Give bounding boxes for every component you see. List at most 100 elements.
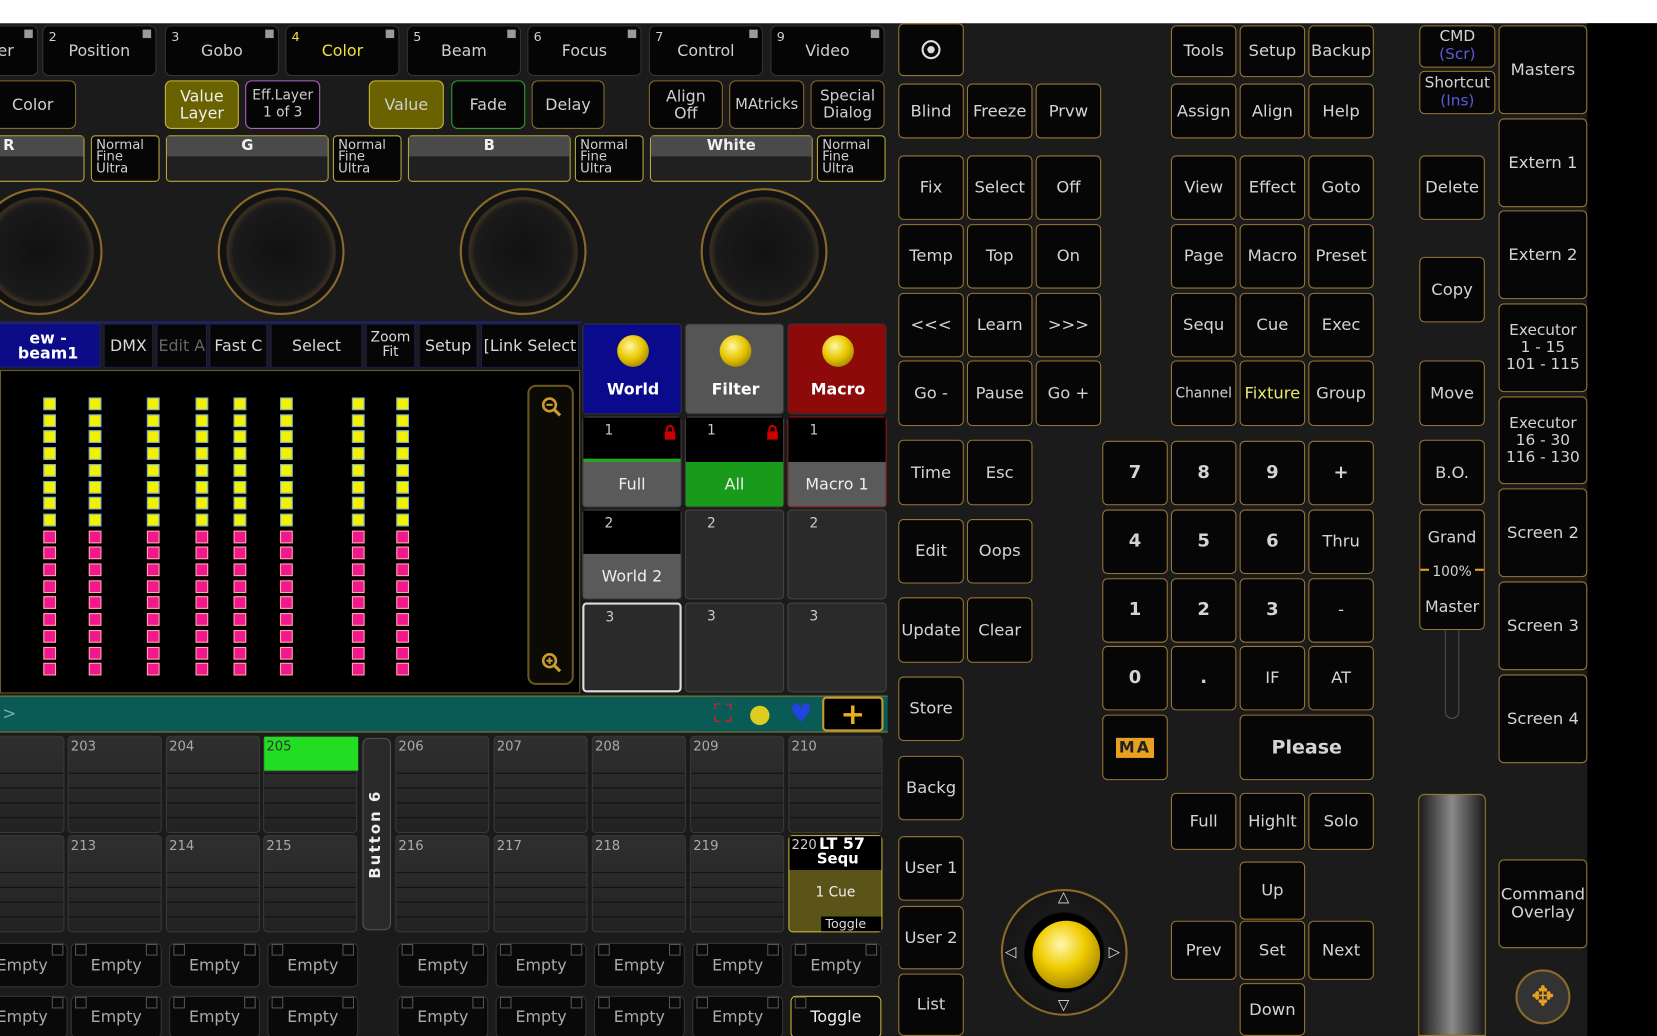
view-key-executor-16-30-116-130[interactable]: Executor 16 - 30 116 - 130 xyxy=(1498,396,1588,485)
key-on[interactable]: On xyxy=(1035,224,1102,289)
executor-button-empty[interactable]: Empty xyxy=(593,942,685,988)
add-button[interactable]: + xyxy=(822,696,884,732)
executor-partial[interactable] xyxy=(0,835,65,933)
key-channel[interactable]: Channel xyxy=(1170,360,1237,427)
preset-tab-beam[interactable]: 5 Beam xyxy=(406,25,522,77)
view-key-extern-1[interactable]: Extern 1 xyxy=(1498,118,1588,208)
key-copy[interactable]: Copy xyxy=(1419,256,1485,323)
arrow-left-icon[interactable]: ◁ xyxy=(1005,944,1016,961)
key-sequ[interactable]: Sequ xyxy=(1170,292,1237,358)
executor-209[interactable]: 209 xyxy=(690,735,785,833)
key-view[interactable]: View xyxy=(1170,155,1237,220)
key-go[interactable]: Go + xyxy=(1035,360,1102,427)
key-up[interactable]: Up xyxy=(1239,861,1306,920)
executor-button-empty[interactable]: Empty xyxy=(692,995,784,1036)
key-page[interactable]: Page xyxy=(1170,224,1237,289)
preset-bar-align-off[interactable]: Align Off xyxy=(648,80,723,129)
please-key[interactable]: Please xyxy=(1239,714,1374,781)
executor-button-empty[interactable]: Empty xyxy=(169,942,260,988)
pool-cell[interactable]: 3 xyxy=(787,602,887,693)
key-effect[interactable]: Effect xyxy=(1239,155,1306,220)
executor-button-empty[interactable]: Empty xyxy=(495,995,587,1036)
shortcut-key[interactable]: Shortcut (Ins) xyxy=(1419,70,1496,115)
key-full[interactable]: Full xyxy=(1170,792,1237,850)
preset-bar-value-layer[interactable]: Value Layer xyxy=(164,80,239,129)
command-line-bar[interactable]: > ⛶ ● ♥ + xyxy=(0,695,888,733)
numpad-key-9[interactable]: 9 xyxy=(1239,440,1306,506)
arrow-up-icon[interactable]: △ xyxy=(1058,889,1069,906)
executor-button-empty[interactable]: Empty xyxy=(397,942,489,988)
key-user-2[interactable]: User 2 xyxy=(898,905,964,970)
numpad-key-1[interactable]: 1 xyxy=(1102,578,1168,643)
key-blank[interactable]: <<< xyxy=(898,292,964,358)
key-top[interactable]: Top xyxy=(966,224,1033,289)
key-update[interactable]: Update xyxy=(898,597,964,663)
numpad-key-5[interactable]: 5 xyxy=(1170,509,1237,575)
trackball[interactable] xyxy=(1032,920,1101,989)
executor-page-divider[interactable]: Button 6 xyxy=(362,737,392,931)
key-time[interactable]: Time xyxy=(898,439,964,506)
key-fixture[interactable]: Fixture xyxy=(1239,360,1306,427)
key-cue[interactable]: Cue xyxy=(1239,292,1306,358)
heart-icon[interactable]: ♥ xyxy=(786,699,816,729)
key-assign[interactable]: Assign xyxy=(1170,83,1237,139)
preset-tab-focus[interactable]: 6 Focus xyxy=(527,25,642,77)
executor-217[interactable]: 217 xyxy=(493,835,588,933)
pool-cell[interactable]: 1 Full xyxy=(582,416,682,508)
key-list[interactable]: List xyxy=(898,973,964,1036)
fixture-sheet-title[interactable]: ew - beam1 xyxy=(0,323,101,368)
toolbar-fast-c[interactable]: Fast C xyxy=(209,323,268,368)
pool-header-world[interactable]: World xyxy=(582,323,682,415)
executor-button-empty[interactable]: Empty xyxy=(169,995,260,1036)
numpad-key-at[interactable]: AT xyxy=(1308,645,1374,711)
numpad-key-if[interactable]: IF xyxy=(1239,645,1306,711)
key-edit[interactable]: Edit xyxy=(898,519,964,584)
key-learn[interactable]: Learn xyxy=(966,292,1033,358)
preset-tab-er[interactable]: er xyxy=(0,25,39,77)
preset-tab-gobo[interactable]: 3 Gobo xyxy=(164,25,279,77)
executor-207[interactable]: 207 xyxy=(493,735,588,833)
executor-button-toggle[interactable]: Toggle xyxy=(790,995,882,1036)
pool-cell[interactable]: 1 Macro 1 xyxy=(787,416,887,508)
key-blackout[interactable]: B.O. xyxy=(1419,439,1485,506)
encoder-resolution-button[interactable]: Normal Fine Ultra xyxy=(90,135,160,182)
encoder-knob-white[interactable] xyxy=(700,188,828,316)
executor-203[interactable]: 203 xyxy=(67,735,162,833)
pool-cell[interactable]: 1 All xyxy=(684,416,785,508)
executor-218[interactable]: 218 xyxy=(591,835,686,933)
view-key-extern-2[interactable]: Extern 2 xyxy=(1498,210,1588,300)
executor-button-empty[interactable]: Empty xyxy=(70,995,162,1036)
toolbar-edit-a[interactable]: Edit A xyxy=(156,323,208,368)
numpad-key-4[interactable]: 4 xyxy=(1102,509,1168,575)
pool-cell[interactable]: 2 xyxy=(787,509,887,600)
executor-208[interactable]: 208 xyxy=(591,735,686,833)
key-store[interactable]: Store xyxy=(898,676,964,742)
executor-partial[interactable] xyxy=(0,735,65,833)
arrow-down-icon[interactable]: ▽ xyxy=(1058,997,1069,1014)
view-key-screen-2[interactable]: Screen 2 xyxy=(1498,488,1588,578)
key-exec[interactable]: Exec xyxy=(1308,292,1374,358)
preset-bar-matricks[interactable]: MAtricks xyxy=(729,80,805,129)
network-icon[interactable]: ⛶ xyxy=(708,699,738,729)
ma-logo-button[interactable]: MA xyxy=(1102,714,1168,781)
key-temp[interactable]: Temp xyxy=(898,224,964,289)
encoder-resolution-button[interactable]: Normal Fine Ultra xyxy=(574,135,644,182)
executor-button-empty[interactable]: Empty xyxy=(397,995,489,1036)
executor-213[interactable]: 213 xyxy=(67,835,162,933)
preset-bar-special-dialog[interactable]: Special Dialog xyxy=(810,80,885,129)
key-oops[interactable]: Oops xyxy=(966,519,1033,584)
key-user-1[interactable]: User 1 xyxy=(898,836,964,901)
color-picker-icon[interactable]: ● xyxy=(745,699,775,729)
master-fader[interactable] xyxy=(1418,793,1486,1036)
preset-bar-color[interactable]: Color xyxy=(0,80,77,129)
key-fix[interactable]: Fix xyxy=(898,155,964,220)
executor-205[interactable]: 205 xyxy=(263,735,359,833)
key-backup[interactable]: Backup xyxy=(1308,25,1374,78)
key-align[interactable]: Align xyxy=(1239,83,1306,139)
encoder-resolution-button[interactable]: Normal Fine Ultra xyxy=(332,135,402,182)
toolbar-zoom-fit[interactable]: Zoom Fit xyxy=(365,323,416,368)
key-pause[interactable]: Pause xyxy=(966,360,1033,427)
numpad-key-blank[interactable]: . xyxy=(1170,645,1237,711)
encoder-knob-g[interactable] xyxy=(217,188,345,316)
executor-219[interactable]: 219 xyxy=(690,835,785,933)
